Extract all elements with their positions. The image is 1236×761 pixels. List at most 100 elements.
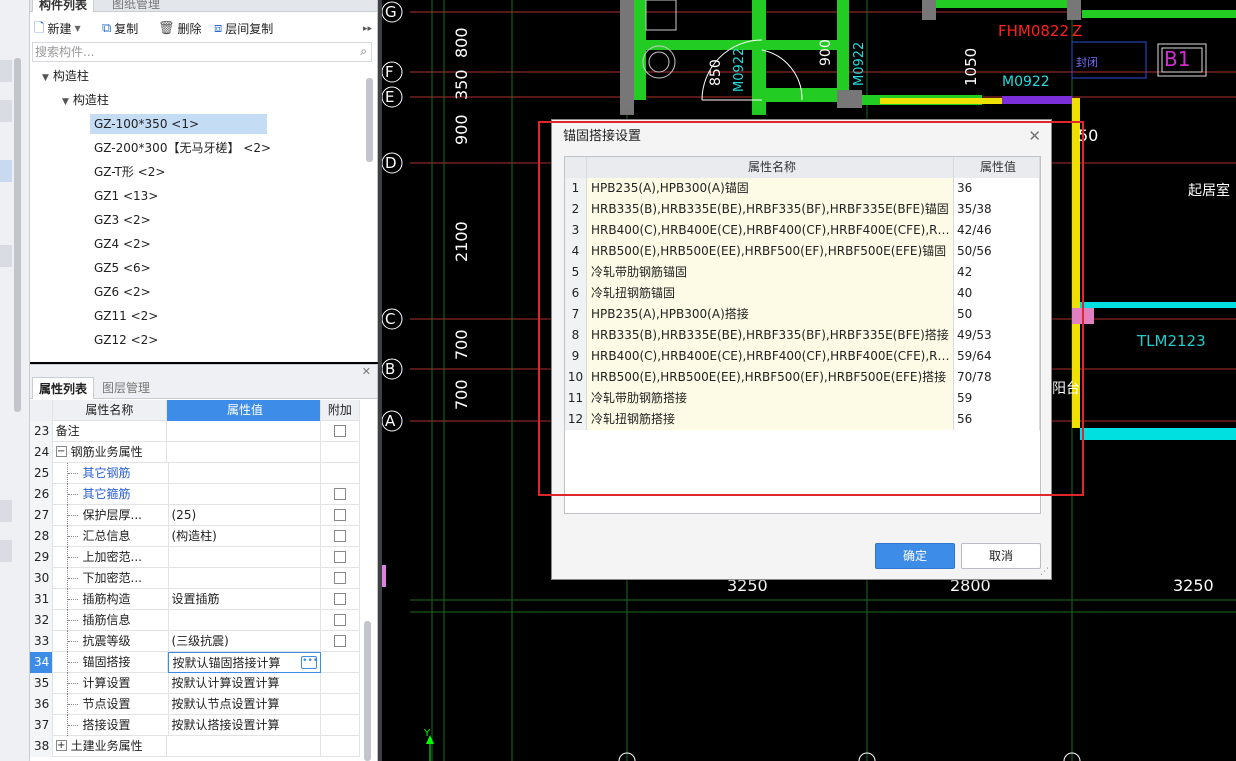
property-row[interactable]: 29 上加密范...	[30, 547, 361, 568]
tab-component-list[interactable]: 构件列表	[32, 0, 95, 12]
anchor-lap-value[interactable]: 49/53	[954, 325, 1040, 346]
property-scrollbar[interactable]	[364, 621, 371, 761]
attach-checkbox[interactable]	[333, 424, 346, 437]
property-row[interactable]: 28 汇总信息 (构造柱)	[30, 526, 361, 547]
search-input[interactable]	[33, 43, 343, 61]
property-value[interactable]: 设置插筋	[169, 589, 322, 610]
property-value[interactable]: (25)	[169, 505, 322, 526]
property-row[interactable]: 35 计算设置 按默认计算设置计算	[30, 673, 361, 694]
anchor-lap-value[interactable]: 59/64	[954, 346, 1040, 367]
attach-checkbox[interactable]	[334, 592, 347, 605]
property-value[interactable]	[169, 568, 322, 589]
property-row[interactable]: 23 备注	[30, 421, 360, 442]
property-value[interactable]	[167, 442, 321, 463]
property-row[interactable]: 36 节点设置 按默认节点设置计算	[30, 694, 361, 715]
anchor-lap-row[interactable]: 10 HRB500(E),HRB500E(EE),HRBF500(EF),HRBF…	[565, 367, 1040, 388]
new-button[interactable]: 🗋 新建 ▼	[34, 20, 81, 38]
attach-checkbox[interactable]	[334, 550, 347, 563]
anchor-lap-row[interactable]: 2 HRB335(B),HRB335E(BE),HRBF335(BF),HRBF3…	[565, 199, 1040, 220]
anchor-lap-row[interactable]: 9 HRB400(C),HRB400E(CE),HRBF400(CF),HRBF4…	[565, 346, 1040, 367]
property-value[interactable]: 按默认搭接设置计算	[169, 715, 322, 736]
cancel-button[interactable]: 取消	[961, 543, 1041, 569]
delete-button[interactable]: 🗑 删除	[158, 20, 202, 38]
tree-item[interactable]: GZ5 <6>	[94, 258, 151, 278]
chevron-down-icon[interactable]: ▼	[74, 20, 80, 38]
property-row[interactable]: 34 锚固搭接 按默认锚固搭接计算 •••	[30, 652, 360, 673]
property-row[interactable]: 33 抗震等级 (三级抗震)	[30, 631, 361, 652]
anchor-lap-row[interactable]: 3 HRB400(C),HRB400E(CE),HRBF400(CF),HRBF4…	[565, 220, 1040, 241]
anchor-lap-row[interactable]: 12 冷轧扭钢筋搭接 56	[565, 409, 1040, 430]
search-icon[interactable]: ⌕	[360, 44, 367, 59]
close-icon[interactable]: ✕	[362, 365, 371, 378]
property-value[interactable]	[169, 610, 322, 631]
floor-copy-button[interactable]: ⧈ 层间复制	[214, 20, 273, 38]
attach-checkbox[interactable]	[334, 634, 347, 647]
expand-icon[interactable]: +	[55, 740, 67, 751]
property-row[interactable]: 26 其它箍筋	[30, 484, 361, 505]
anchor-lap-row[interactable]: 7 HPB235(A),HPB300(A)搭接 50	[565, 304, 1040, 325]
anchor-lap-value[interactable]: 40	[954, 283, 1040, 304]
attach-checkbox[interactable]	[334, 487, 347, 500]
property-value[interactable]	[167, 421, 321, 442]
tree-item[interactable]: GZ3 <2>	[94, 210, 151, 230]
tree-item[interactable]: GZ6 <2>	[94, 282, 151, 302]
ellipsis-button[interactable]: •••	[301, 656, 318, 669]
attach-checkbox[interactable]	[334, 508, 347, 521]
property-row[interactable]: 25 其它钢筋	[30, 463, 361, 484]
collapse-icon[interactable]: −	[55, 446, 67, 457]
property-row[interactable]: 38 + 土建业务属性	[30, 736, 360, 757]
more-tools-icon[interactable]: ▸▸	[363, 20, 372, 38]
property-value[interactable]	[169, 484, 322, 505]
tree-root[interactable]: ▼ 构造柱	[42, 66, 89, 86]
anchor-lap-row[interactable]: 8 HRB335(B),HRB335E(BE),HRBF335(BF),HRBF3…	[565, 325, 1040, 346]
property-value[interactable]: (三级抗震)	[169, 631, 322, 652]
property-value[interactable]	[167, 736, 321, 757]
tree-item[interactable]: GZ-T形 <2>	[94, 162, 165, 182]
property-row[interactable]: 24− 钢筋业务属性	[30, 442, 360, 463]
anchor-lap-row[interactable]: 5 冷轧带肋钢筋锚固 42	[565, 262, 1040, 283]
tree-scrollbar[interactable]	[366, 78, 373, 162]
anchor-lap-value[interactable]: 50/56	[954, 241, 1040, 262]
property-value[interactable]	[169, 463, 322, 484]
anchor-lap-value[interactable]: 56	[954, 409, 1040, 430]
property-row[interactable]: 27 保护层厚... (25)	[30, 505, 361, 526]
ok-button[interactable]: 确定	[875, 543, 955, 569]
anchor-lap-value[interactable]: 36	[954, 178, 1040, 199]
tree-item[interactable]: GZ-200*300【无马牙槎】 <2>	[94, 138, 271, 158]
tab-property-list[interactable]: 属性列表	[32, 377, 95, 399]
property-row[interactable]: 31 插筋构造 设置插筋	[30, 589, 361, 610]
attach-checkbox[interactable]	[334, 529, 347, 542]
property-row[interactable]: 32 插筋信息	[30, 610, 361, 631]
property-value[interactable]: 按默认计算设置计算	[169, 673, 322, 694]
resize-grip-icon[interactable]: ⋰	[1040, 567, 1049, 577]
tree-item[interactable]: GZ11 <2>	[94, 306, 158, 326]
expand-triangle-icon[interactable]: ▼	[62, 97, 69, 107]
property-value[interactable]: (构造柱)	[169, 526, 322, 547]
attach-checkbox[interactable]	[334, 571, 347, 584]
tree-item[interactable]: GZ1 <13>	[94, 186, 158, 206]
anchor-lap-row[interactable]: 6 冷轧扭钢筋锚固 40	[565, 283, 1040, 304]
left-scrollbar[interactable]	[14, 58, 21, 412]
attach-checkbox[interactable]	[334, 613, 347, 626]
tree-item[interactable]: GZ4 <2>	[94, 234, 151, 254]
anchor-lap-value[interactable]: 42/46	[954, 220, 1040, 241]
tree-item[interactable]: GZ-100*350 <1>	[90, 114, 267, 134]
anchor-lap-row[interactable]: 4 HRB500(E),HRB500E(EE),HRBF500(EF),HRBF5…	[565, 241, 1040, 262]
tab-layer-management[interactable]: 图层管理	[96, 377, 156, 399]
anchor-lap-value[interactable]: 35/38	[954, 199, 1040, 220]
anchor-lap-row[interactable]: 1 HPB235(A),HPB300(A)锚固 36	[565, 178, 1040, 199]
tree-item[interactable]: GZ12 <2>	[94, 330, 158, 350]
property-value[interactable]: 按默认锚固搭接计算 •••	[168, 652, 322, 673]
copy-button[interactable]: ⧉ 复制	[102, 20, 138, 38]
anchor-lap-value[interactable]: 50	[954, 304, 1040, 325]
tab-drawing-management[interactable]: 图纸管理	[106, 0, 166, 12]
close-icon[interactable]: ✕	[1028, 120, 1041, 153]
anchor-lap-value[interactable]: 59	[954, 388, 1040, 409]
anchor-lap-row[interactable]: 11 冷轧带肋钢筋搭接 59	[565, 388, 1040, 409]
property-row[interactable]: 37 搭接设置 按默认搭接设置计算	[30, 715, 361, 736]
anchor-lap-value[interactable]: 42	[954, 262, 1040, 283]
tree-group[interactable]: ▼ 构造柱	[62, 90, 109, 110]
property-value[interactable]	[169, 547, 322, 568]
property-value[interactable]: 按默认节点设置计算	[169, 694, 322, 715]
expand-triangle-icon[interactable]: ▼	[42, 73, 49, 83]
